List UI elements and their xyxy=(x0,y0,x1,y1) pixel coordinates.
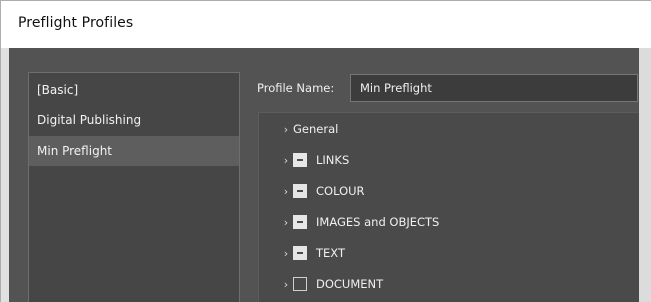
empty-checkbox[interactable] xyxy=(293,277,307,291)
profiles-list[interactable]: [Basic] Digital Publishing Min Preflight xyxy=(28,72,240,302)
tree-row-links[interactable]: › LINKS xyxy=(281,148,349,172)
chevron-right-icon[interactable]: › xyxy=(281,185,291,198)
preflight-rules-tree[interactable]: › General › LINKS › COLOUR › IMAGES and … xyxy=(258,112,651,302)
chevron-right-icon[interactable]: › xyxy=(281,154,291,167)
tree-row-images-and-objects[interactable]: › IMAGES and OBJECTS xyxy=(281,210,439,234)
profile-item-label: Digital Publishing xyxy=(37,113,142,127)
chevron-right-icon[interactable]: › xyxy=(281,247,291,260)
tree-row-label: LINKS xyxy=(316,153,350,167)
window-edge-right xyxy=(639,48,651,302)
window-edge xyxy=(0,48,9,302)
tree-row-label: IMAGES and OBJECTS xyxy=(316,215,440,229)
tree-row-general[interactable]: › General xyxy=(281,117,339,141)
tree-row-text[interactable]: › TEXT xyxy=(281,241,345,265)
chevron-right-icon[interactable]: › xyxy=(281,278,291,291)
dialog-title-bar: Preflight Profiles xyxy=(0,0,651,48)
tree-row-label: General xyxy=(293,122,339,136)
mixed-checkbox[interactable] xyxy=(293,215,307,229)
profile-item-label: [Basic] xyxy=(37,83,79,97)
mixed-checkbox[interactable] xyxy=(293,184,307,198)
profile-name-input[interactable] xyxy=(350,74,638,102)
tree-row-label: COLOUR xyxy=(316,184,365,198)
profile-item-label: Min Preflight xyxy=(37,144,113,158)
profile-item-digital-publishing[interactable]: Digital Publishing xyxy=(29,105,239,135)
chevron-right-icon[interactable]: › xyxy=(281,123,291,136)
tree-row-label: DOCUMENT xyxy=(316,277,384,291)
profile-item-min-preflight[interactable]: Min Preflight xyxy=(29,136,239,166)
tree-row-colour[interactable]: › COLOUR xyxy=(281,179,365,203)
mixed-checkbox[interactable] xyxy=(293,246,307,260)
tree-row-label: TEXT xyxy=(316,246,345,260)
chevron-right-icon[interactable]: › xyxy=(281,216,291,229)
dialog-title: Preflight Profiles xyxy=(18,15,134,31)
mixed-checkbox[interactable] xyxy=(293,153,307,167)
profile-item-basic[interactable]: [Basic] xyxy=(29,75,239,105)
tree-row-document[interactable]: › DOCUMENT xyxy=(281,272,383,296)
profile-name-label: Profile Name: xyxy=(257,81,335,95)
